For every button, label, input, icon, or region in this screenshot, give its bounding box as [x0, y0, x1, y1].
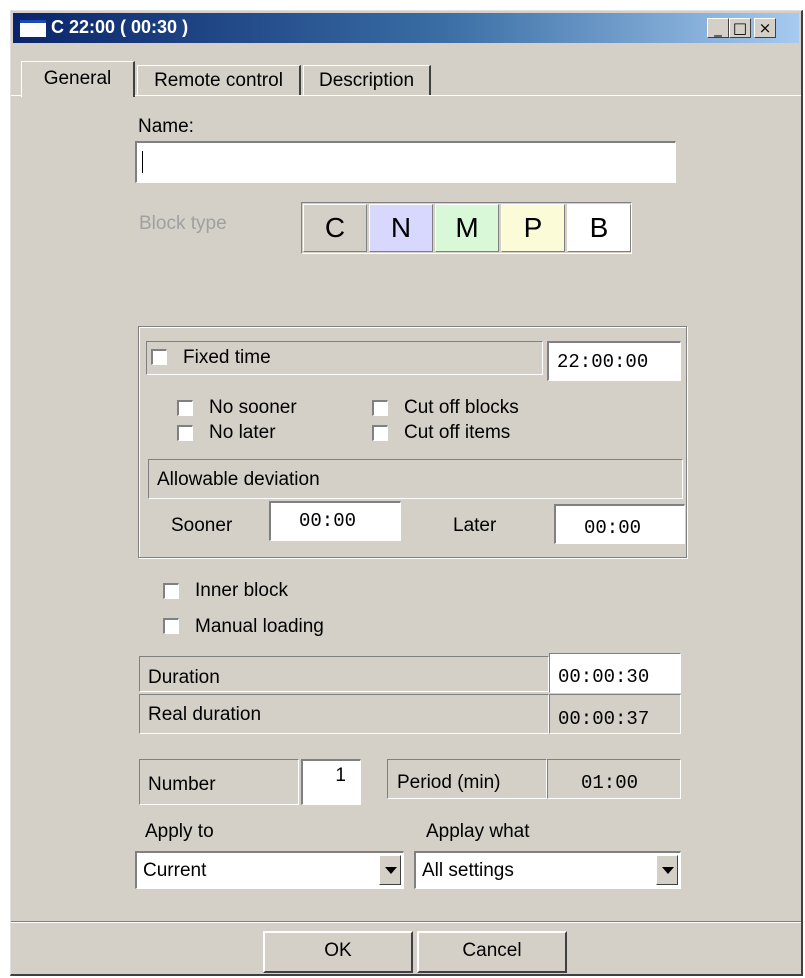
- fixed-time-checkbox[interactable]: [151, 349, 167, 365]
- duration-field[interactable]: 00:00:30: [549, 653, 681, 693]
- dialog-window: C 22:00 ( 00:30 ) _ □ × General Remote c…: [10, 10, 803, 976]
- later-label: Later: [453, 515, 497, 536]
- minimize-button[interactable]: _: [707, 18, 729, 38]
- chevron-down-icon[interactable]: [656, 855, 678, 885]
- number-field[interactable]: 1: [301, 759, 361, 805]
- apply-to-label: Apply to: [145, 821, 214, 842]
- sooner-label: Sooner: [171, 515, 233, 536]
- block-type-n[interactable]: N: [369, 204, 433, 252]
- tab-general[interactable]: General: [21, 61, 135, 97]
- fixed-time-label: Fixed time: [183, 347, 271, 368]
- cut-off-blocks-label: Cut off blocks: [404, 397, 519, 418]
- apply-to-select[interactable]: Current: [135, 851, 404, 889]
- manual-loading-checkbox[interactable]: [163, 618, 179, 634]
- text-caret: [142, 151, 143, 173]
- inner-block-label: Inner block: [195, 580, 288, 601]
- apply-what-value: All settings: [422, 860, 514, 881]
- title-bar[interactable]: C 22:00 ( 00:30 ) _ □ ×: [13, 13, 799, 43]
- block-type-label: Block type: [139, 213, 227, 234]
- no-later-checkbox[interactable]: [177, 425, 193, 441]
- tab-description[interactable]: Description: [303, 65, 431, 95]
- block-type-b[interactable]: B: [567, 204, 631, 252]
- name-label: Name:: [138, 116, 194, 137]
- footer-divider: [11, 921, 801, 923]
- period-value: 01:00: [547, 759, 681, 799]
- manual-loading-label: Manual loading: [195, 616, 324, 637]
- fixed-time-field[interactable]: 22:00:00: [547, 341, 681, 381]
- inner-block-checkbox[interactable]: [163, 583, 179, 599]
- no-sooner-label: No sooner: [209, 397, 297, 418]
- block-type-c[interactable]: C: [303, 204, 367, 252]
- allowable-deviation-label: Allowable deviation: [157, 469, 320, 490]
- ok-button[interactable]: OK: [263, 931, 413, 973]
- close-button[interactable]: ×: [754, 18, 776, 38]
- block-type-p[interactable]: P: [501, 204, 565, 252]
- no-later-label: No later: [209, 422, 276, 443]
- real-duration-label: Real duration: [148, 704, 262, 725]
- cut-off-blocks-checkbox[interactable]: [372, 400, 388, 416]
- window-title: C 22:00 ( 00:30 ): [51, 17, 189, 37]
- apply-what-label: Applay what: [426, 821, 530, 842]
- duration-label: Duration: [148, 667, 220, 688]
- name-input[interactable]: [135, 141, 676, 183]
- apply-to-value: Current: [143, 860, 207, 881]
- sooner-field[interactable]: 00:00: [269, 501, 401, 541]
- cancel-button[interactable]: Cancel: [417, 931, 567, 973]
- period-label: Period (min): [397, 772, 501, 793]
- cut-off-items-checkbox[interactable]: [372, 425, 388, 441]
- chevron-down-icon[interactable]: [379, 855, 401, 885]
- cut-off-items-label: Cut off items: [404, 422, 511, 443]
- maximize-button[interactable]: □: [729, 18, 751, 38]
- later-field[interactable]: 00:00: [554, 504, 685, 544]
- real-duration-value: 00:00:37: [549, 694, 681, 734]
- apply-what-select[interactable]: All settings: [414, 851, 681, 889]
- no-sooner-checkbox[interactable]: [177, 400, 193, 416]
- tab-remote-control[interactable]: Remote control: [137, 65, 301, 95]
- number-label: Number: [148, 774, 216, 795]
- window-icon: [20, 20, 46, 37]
- block-type-m[interactable]: M: [435, 204, 499, 252]
